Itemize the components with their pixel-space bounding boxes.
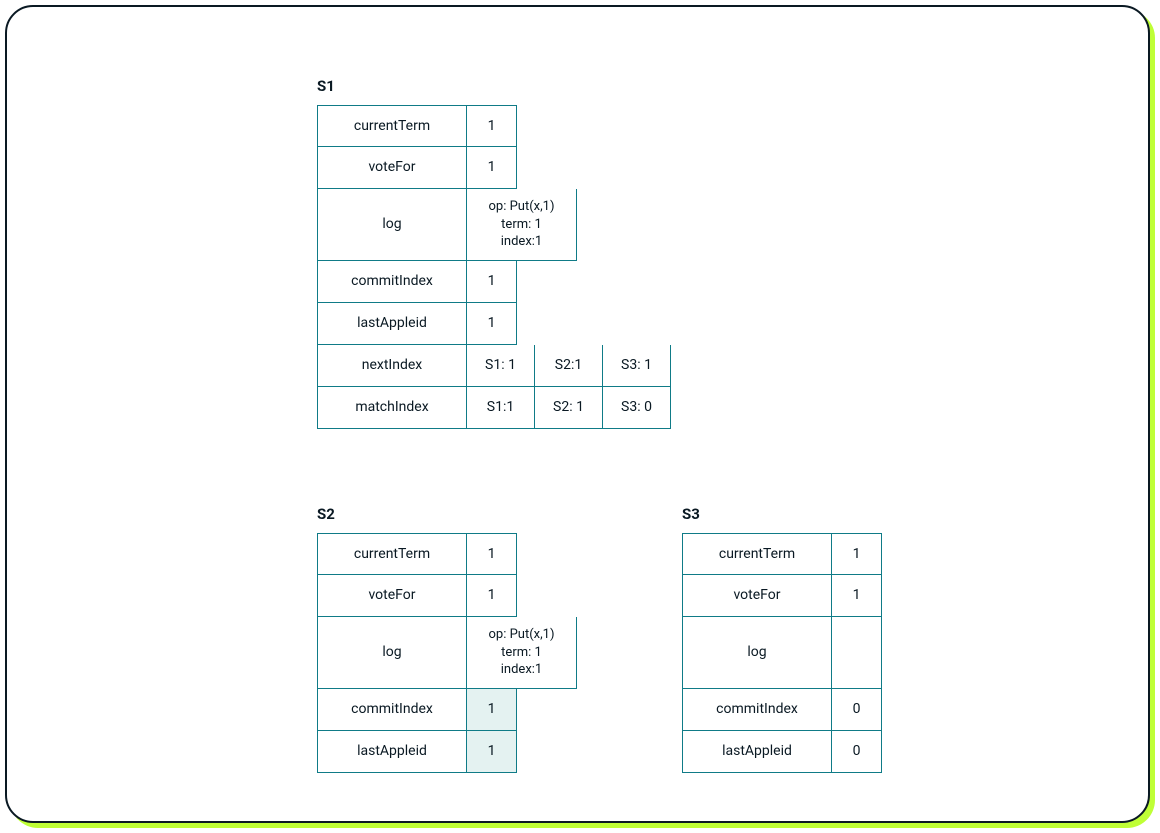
s1-log-entry: op: Put(x,1) term: 1 index:1	[467, 189, 577, 261]
s2-voteFor-value: 1	[467, 575, 517, 617]
s1-nextIndex-s1: S1: 1	[467, 345, 535, 387]
s1-lastAppleid-label: lastAppleid	[317, 303, 467, 345]
s1-currentTerm-value: 1	[467, 105, 517, 147]
s1-nextIndex-s2: S2:1	[535, 345, 603, 387]
server-s2: S2 currentTerm 1 voteFor 1 log op: Put(x…	[317, 505, 577, 773]
s1-matchIndex-s3: S3: 0	[603, 387, 671, 429]
s2-lastAppleid-value: 1	[467, 731, 517, 773]
diagram-panel: S1 currentTerm 1 voteFor 1 log op: Put(x…	[5, 5, 1150, 823]
s1-commitIndex-label: commitIndex	[317, 261, 467, 303]
s1-voteFor-label: voteFor	[317, 147, 467, 189]
server-s3-title: S3	[682, 505, 882, 523]
s1-nextIndex-s3: S3: 1	[603, 345, 671, 387]
s3-log-empty	[832, 617, 882, 689]
s1-currentTerm-label: currentTerm	[317, 105, 467, 147]
s2-lastAppleid-label: lastAppleid	[317, 731, 467, 773]
s3-log-label: log	[682, 617, 832, 689]
s3-lastAppleid-label: lastAppleid	[682, 731, 832, 773]
s2-commitIndex-value: 1	[467, 689, 517, 731]
s1-log-label: log	[317, 189, 467, 261]
s1-lastAppleid-value: 1	[467, 303, 517, 345]
s1-matchIndex-s1: S1:1	[467, 387, 535, 429]
s2-voteFor-label: voteFor	[317, 575, 467, 617]
server-s1: S1 currentTerm 1 voteFor 1 log op: Put(x…	[317, 77, 671, 429]
server-s1-title: S1	[317, 77, 671, 95]
s2-log-label: log	[317, 617, 467, 689]
s3-voteFor-label: voteFor	[682, 575, 832, 617]
s1-commitIndex-value: 1	[467, 261, 517, 303]
s2-log-entry: op: Put(x,1) term: 1 index:1	[467, 617, 577, 689]
s3-currentTerm-value: 1	[832, 533, 882, 575]
s1-nextIndex-label: nextIndex	[317, 345, 467, 387]
s3-lastAppleid-value: 0	[832, 731, 882, 773]
s3-currentTerm-label: currentTerm	[682, 533, 832, 575]
server-s3: S3 currentTerm 1 voteFor 1 log commitInd…	[682, 505, 882, 773]
s1-matchIndex-s2: S2: 1	[535, 387, 603, 429]
s2-currentTerm-value: 1	[467, 533, 517, 575]
s1-matchIndex-label: matchIndex	[317, 387, 467, 429]
s1-voteFor-value: 1	[467, 147, 517, 189]
s3-commitIndex-label: commitIndex	[682, 689, 832, 731]
s3-commitIndex-value: 0	[832, 689, 882, 731]
s2-currentTerm-label: currentTerm	[317, 533, 467, 575]
server-s2-title: S2	[317, 505, 577, 523]
s2-commitIndex-label: commitIndex	[317, 689, 467, 731]
s3-voteFor-value: 1	[832, 575, 882, 617]
